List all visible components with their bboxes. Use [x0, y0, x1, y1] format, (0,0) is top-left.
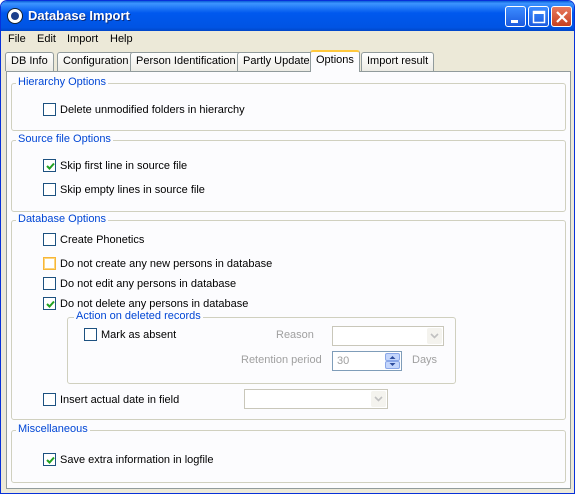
mark-absent-checkbox[interactable]: Mark as absent — [84, 328, 176, 341]
close-icon — [556, 11, 568, 23]
tab-options[interactable]: Options — [310, 50, 360, 72]
no-edit-persons-checkbox[interactable]: Do not edit any persons in database — [43, 277, 236, 290]
checkbox-label: Create Phonetics — [60, 233, 145, 246]
retention-period-stepper[interactable]: 30 — [332, 351, 402, 371]
checkmark-icon — [46, 162, 55, 170]
dropdown-button[interactable] — [427, 328, 442, 344]
app-icon — [7, 8, 23, 24]
checkbox-box — [43, 453, 56, 466]
date-field-select[interactable] — [244, 389, 388, 409]
checkbox-label: Mark as absent — [101, 328, 177, 341]
tab-partly-update[interactable]: Partly Update — [237, 52, 316, 71]
checkbox-label: Delete unmodified folders in hierarchy — [60, 103, 245, 116]
menu-edit[interactable]: Edit — [37, 33, 56, 45]
delete-unmodified-checkbox[interactable]: Delete unmodified folders in hierarchy — [43, 103, 245, 116]
minimize-icon — [511, 20, 518, 23]
checkbox-box — [43, 233, 56, 246]
window-title: Database Import — [28, 8, 130, 23]
menu-bar: File Edit Import Help — [1, 31, 574, 49]
stepper-up-button[interactable] — [385, 353, 400, 361]
checkbox-box — [43, 393, 56, 406]
arrow-up-icon — [389, 356, 396, 359]
menu-help[interactable]: Help — [110, 33, 133, 45]
stepper-down-button[interactable] — [385, 361, 400, 369]
checkbox-label: Do not edit any persons in database — [60, 277, 237, 290]
group-title: Action on deleted records — [74, 310, 203, 322]
days-label: Days — [412, 354, 438, 366]
database-import-window: Database Import File Edit Import Help DB… — [0, 0, 575, 494]
checkbox-label: Skip empty lines in source file — [60, 183, 205, 196]
dropdown-button[interactable] — [371, 391, 386, 407]
retention-value: 30 — [337, 355, 350, 367]
checkbox-box — [43, 183, 56, 196]
group-title: Hierarchy Options — [16, 76, 109, 88]
tab-configuration[interactable]: Configuration — [57, 52, 135, 71]
close-button[interactable] — [551, 6, 572, 27]
skip-first-line-checkbox[interactable]: Skip first line in source file — [43, 159, 187, 172]
checkbox-box — [84, 328, 97, 341]
tab-import-result[interactable]: Import result — [361, 52, 435, 71]
checkbox-label: Insert actual date in field — [60, 393, 180, 406]
arrow-down-icon — [389, 363, 396, 366]
menu-import[interactable]: Import — [67, 33, 98, 45]
minimize-button[interactable] — [505, 6, 526, 27]
checkbox-box — [43, 277, 56, 290]
tab-db-info[interactable]: DB Info — [5, 52, 54, 71]
insert-date-checkbox[interactable]: Insert actual date in field — [43, 393, 179, 406]
action-deleted-records-group: Action on deleted records Mark as absent… — [67, 310, 456, 384]
no-delete-persons-checkbox[interactable]: Do not delete any persons in database — [43, 297, 248, 310]
checkmark-icon — [46, 456, 55, 464]
skip-empty-lines-checkbox[interactable]: Skip empty lines in source file — [43, 183, 205, 196]
checkbox-label: Skip first line in source file — [60, 159, 188, 172]
retention-period-label: Retention period — [241, 354, 322, 366]
maximize-button[interactable] — [528, 6, 549, 27]
group-title: Database Options — [16, 213, 109, 225]
group-title: Source file Options — [16, 133, 113, 145]
reason-select[interactable] — [332, 326, 444, 346]
save-extra-info-checkbox[interactable]: Save extra information in logfile — [43, 453, 213, 466]
tab-person-identification[interactable]: Person Identification — [130, 52, 242, 71]
miscellaneous-group: Miscellaneous Save extra information in … — [11, 423, 566, 483]
chevron-down-icon — [374, 396, 383, 402]
checkbox-label: Save extra information in logfile — [60, 453, 214, 466]
checkbox-label: Do not delete any persons in database — [60, 297, 249, 310]
checkbox-label: Do not create any new persons in databas… — [60, 257, 273, 270]
title-bar[interactable]: Database Import — [1, 1, 574, 31]
checkmark-icon — [46, 300, 55, 308]
stepper-buttons — [385, 353, 400, 369]
hierarchy-options-group: Hierarchy Options Delete unmodified fold… — [11, 76, 566, 131]
no-create-persons-checkbox[interactable]: Do not create any new persons in databas… — [43, 257, 272, 270]
menu-file[interactable]: File — [8, 33, 26, 45]
group-title: Miscellaneous — [16, 423, 90, 435]
database-options-group: Database Options Create Phonetics Do not… — [11, 213, 566, 420]
checkbox-box — [43, 257, 56, 270]
checkbox-box — [43, 297, 56, 310]
reason-label: Reason — [276, 329, 314, 341]
maximize-icon — [532, 10, 546, 24]
options-panel: Hierarchy Options Delete unmodified fold… — [6, 71, 571, 489]
source-file-options-group: Source file Options Skip first line in s… — [11, 133, 566, 212]
checkbox-box — [43, 159, 56, 172]
create-phonetics-checkbox[interactable]: Create Phonetics — [43, 233, 144, 246]
chevron-down-icon — [430, 333, 439, 339]
checkbox-box — [43, 103, 56, 116]
